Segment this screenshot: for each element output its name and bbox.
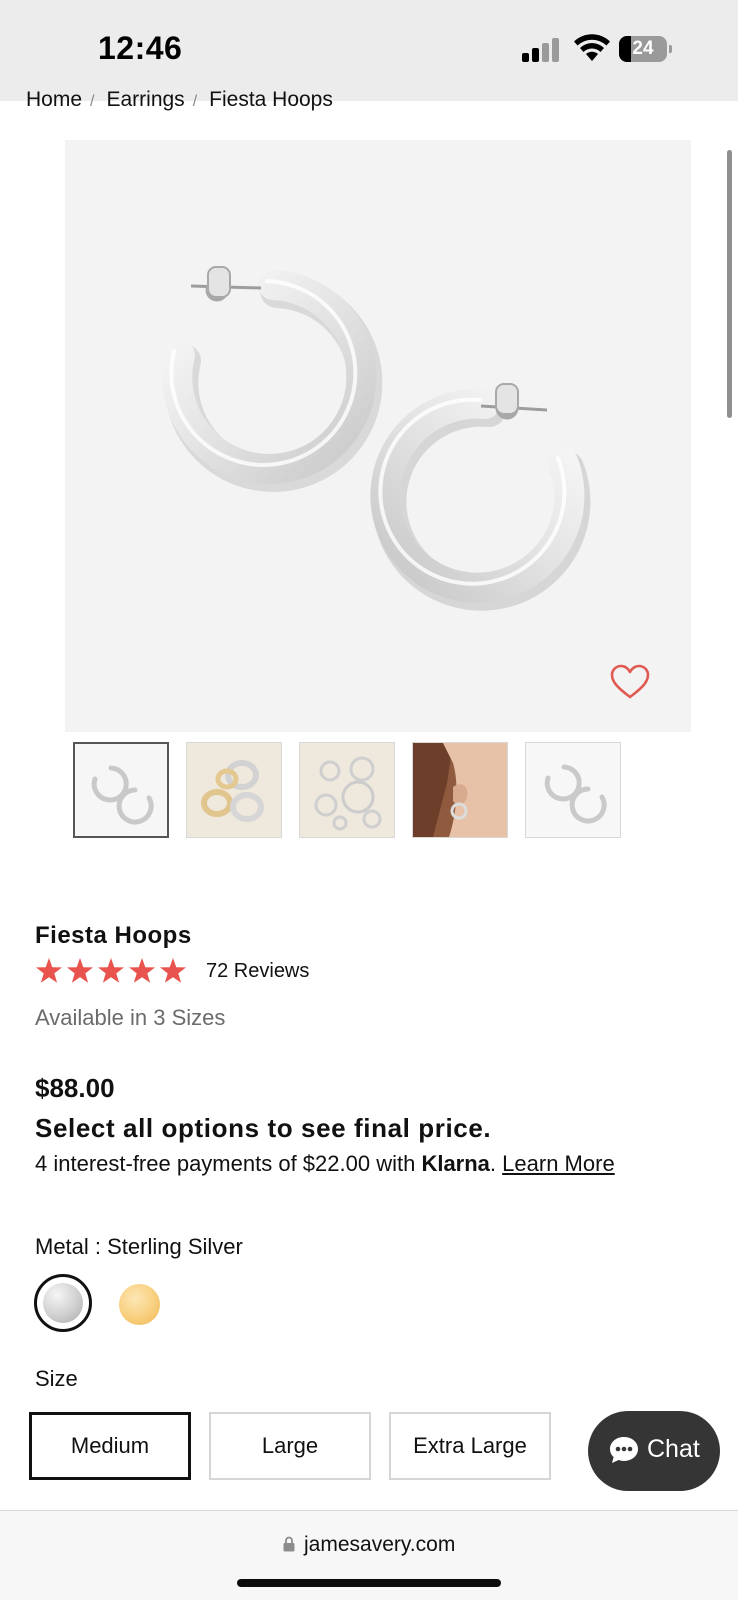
breadcrumb: Home / Earrings / Fiesta Hoops [26,88,333,112]
thumb-silver-hoops[interactable] [73,742,169,838]
home-indicator[interactable] [237,1579,501,1587]
breadcrumb-home[interactable]: Home [26,88,82,111]
star-icon [129,958,155,983]
breadcrumb-earrings[interactable]: Earrings [106,88,184,111]
klarna-text: 4 interest-free payments of $22.00 with [35,1151,422,1176]
heart-icon[interactable] [610,664,650,700]
size-extra-large-button[interactable]: Extra Large [389,1412,551,1480]
page-scrollbar[interactable] [727,150,732,418]
product-price: $88.00 [35,1073,115,1103]
signal-icon [522,38,562,62]
product-title: Fiesta Hoops [35,922,192,949]
star-icon [98,958,124,983]
reviews-link[interactable]: 72 Reviews [206,960,309,983]
thumb-silver-hoops-alt[interactable] [525,742,621,838]
klarna-logo: Klarna [421,1151,490,1176]
metal-label: Metal : Sterling Silver [35,1234,243,1259]
silver-hoops-thumbnail-image [91,765,154,825]
silver-hoop-earrings-illustration [162,266,591,611]
price-note: Select all options to see final price. [35,1113,492,1143]
wifi-icon [574,34,610,61]
availability-text: Available in 3 Sizes [35,1005,226,1030]
model-thumbnail-image [413,743,507,837]
browser-url-bar[interactable]: jamesavery.com [0,1510,738,1600]
size-large-button[interactable]: Large [209,1412,371,1480]
mixed-metal-thumbnail-image [201,760,264,822]
lock-icon [283,1536,295,1552]
main-product-image[interactable] [65,140,691,732]
thumb-mixed-metal-hoops[interactable] [186,742,282,838]
star-icon [67,958,93,983]
swatch-sterling-silver[interactable] [34,1274,92,1332]
breadcrumb-separator: / [90,93,95,110]
star-icon [36,958,62,983]
size-medium-button[interactable]: Medium [29,1412,191,1480]
battery-icon: 24 [619,36,672,62]
thumb-silver-hoop-sizes[interactable] [299,742,395,838]
status-time: 12:46 [98,30,183,66]
chat-bubble-icon [610,1437,638,1463]
chat-button[interactable]: Chat [588,1411,720,1491]
thumb-model-wearing-hoop[interactable] [412,742,508,838]
klarna-period: . [489,1151,497,1176]
breadcrumb-current: Fiesta Hoops [209,88,333,111]
size-label: Size [35,1366,78,1391]
status-bar: 12:46 24 [0,0,738,101]
hoop-sizes-thumbnail-image [314,756,382,831]
star-rating[interactable] [35,957,191,987]
breadcrumb-separator: / [192,93,198,110]
thumbnail-strip [73,742,633,838]
chat-label: Chat [647,1435,700,1463]
silver-swatch-color [43,1283,83,1323]
silver-hoops-alt-thumbnail-image [544,764,607,824]
learn-more-link[interactable]: Learn More [502,1151,615,1176]
klarna-installments: 4 interest-free payments of $22.00 with … [35,1151,615,1177]
star-icon [160,958,186,983]
swatch-gold[interactable] [119,1284,160,1325]
url-text[interactable]: jamesavery.com [304,1533,455,1557]
battery-level: 24 [632,38,654,59]
